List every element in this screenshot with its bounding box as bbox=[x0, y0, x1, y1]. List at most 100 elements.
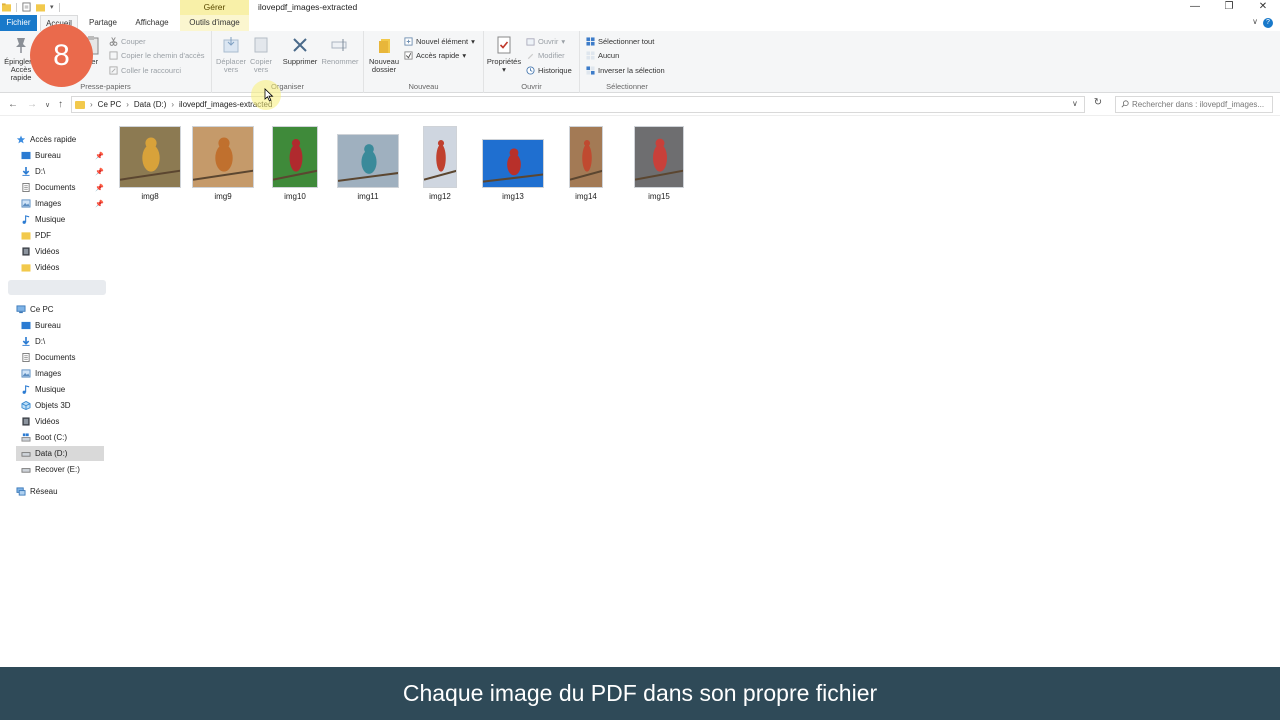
window-title: ilovepdf_images-extracted bbox=[258, 2, 358, 12]
properties-button[interactable]: Propriétés ▾ bbox=[485, 35, 523, 74]
move-to-button[interactable]: Déplacer vers bbox=[214, 35, 248, 74]
breadcrumb-ce-pc[interactable]: Ce PC bbox=[98, 100, 122, 109]
copy-to-button[interactable]: Copier vers bbox=[246, 35, 276, 74]
invert-selection-label: Inverser la sélection bbox=[598, 66, 665, 75]
search-input[interactable]: Rechercher dans : ilovepdf_images... bbox=[1115, 96, 1273, 113]
file-item[interactable]: img12 bbox=[419, 118, 461, 201]
move-to-icon bbox=[223, 37, 239, 53]
cut-button[interactable]: Couper bbox=[109, 37, 146, 46]
nav-label: Vidéos bbox=[35, 263, 60, 272]
file-item[interactable]: img14 bbox=[565, 118, 607, 201]
easy-access-button[interactable]: Accès rapide ▾ bbox=[404, 51, 466, 60]
address-input[interactable]: › Ce PC › Data (D:) › ilovepdf_images-ex… bbox=[71, 96, 1085, 113]
select-none-label: Aucun bbox=[598, 51, 620, 60]
title-bar: ▾ Gérer ilovepdf_images-extracted — ❐ ✕ bbox=[0, 0, 1280, 15]
move-to-label-2: vers bbox=[223, 65, 239, 74]
pin-icon[interactable]: 📌 bbox=[95, 168, 104, 176]
open-label: Ouvrir bbox=[538, 37, 559, 46]
rename-button[interactable]: Renommer bbox=[320, 35, 360, 66]
back-arrow-icon[interactable]: ← bbox=[8, 99, 18, 110]
select-none-button[interactable]: Aucun bbox=[586, 51, 619, 60]
minimize-button[interactable]: — bbox=[1178, 0, 1212, 15]
bird-body-shape bbox=[289, 144, 303, 172]
close-button[interactable]: ✕ bbox=[1246, 0, 1280, 15]
paste-shortcut-button[interactable]: Coller le raccourci bbox=[109, 66, 181, 75]
image-thumbnail[interactable] bbox=[569, 126, 603, 188]
image-thumbnail[interactable] bbox=[337, 134, 399, 188]
blurred-item bbox=[8, 280, 106, 295]
group-organiser: Déplacer vers Copier vers Supprimer Reno… bbox=[212, 31, 364, 93]
tab-affichage[interactable]: Affichage bbox=[128, 15, 176, 31]
properties-icon[interactable] bbox=[22, 2, 31, 12]
tab-fichier[interactable]: Fichier bbox=[0, 15, 37, 31]
drive-windows-icon bbox=[21, 433, 31, 442]
image-thumbnail[interactable] bbox=[423, 126, 457, 188]
group-label-ouvrir: Ouvrir bbox=[521, 82, 542, 91]
step-number-badge: 8 bbox=[30, 24, 93, 87]
file-item[interactable]: img13 bbox=[478, 118, 548, 201]
new-item-button[interactable]: Nouvel élément ▾ bbox=[404, 37, 475, 46]
copy-path-icon bbox=[109, 51, 118, 60]
nav-label: Vidéos bbox=[35, 247, 60, 256]
bird-body-shape bbox=[582, 144, 592, 172]
edit-label: Modifier bbox=[538, 51, 565, 60]
breadcrumb-separator[interactable]: › bbox=[171, 100, 174, 109]
bird-head-shape bbox=[655, 138, 665, 148]
new-folder-icon[interactable] bbox=[36, 2, 45, 12]
tab-partage[interactable]: Partage bbox=[84, 15, 122, 31]
navigation-pane: Accès rapide Bureau 📌 D:\ 📌 Documents 📌 … bbox=[0, 116, 108, 666]
image-thumbnail[interactable] bbox=[119, 126, 181, 188]
new-folder-icon bbox=[379, 39, 390, 53]
image-thumbnail[interactable] bbox=[482, 139, 544, 188]
ribbon-tabs: Fichier Accueil Partage Affichage Outils… bbox=[0, 15, 1280, 31]
nav-reseau[interactable]: Réseau bbox=[16, 484, 120, 499]
pin-icon[interactable]: 📌 bbox=[95, 184, 104, 192]
file-item[interactable]: img10 bbox=[268, 118, 322, 201]
breadcrumb-separator[interactable]: › bbox=[126, 100, 129, 109]
image-thumbnail[interactable] bbox=[634, 126, 684, 188]
nav-acces-rapide[interactable]: Accès rapide bbox=[16, 132, 120, 147]
nav-ce-pc[interactable]: Ce PC bbox=[16, 302, 120, 317]
maximize-button[interactable]: ❐ bbox=[1212, 0, 1246, 15]
image-thumbnail[interactable] bbox=[272, 126, 318, 188]
recent-locations-chevron-icon[interactable]: ∨ bbox=[45, 101, 50, 109]
nav-label: Documents bbox=[35, 183, 76, 192]
breadcrumb-data-d[interactable]: Data (D:) bbox=[134, 100, 166, 109]
file-item[interactable]: img11 bbox=[333, 118, 403, 201]
open-button[interactable]: Ouvrir ▾ bbox=[526, 37, 565, 46]
separator bbox=[58, 2, 60, 12]
up-arrow-icon[interactable]: ↑ bbox=[58, 99, 63, 110]
delete-button[interactable]: Supprimer bbox=[280, 35, 320, 66]
tab-outils-image[interactable]: Outils d'image bbox=[180, 15, 249, 31]
file-name: img14 bbox=[575, 192, 597, 201]
chevron-down-icon[interactable]: ▾ bbox=[50, 3, 54, 11]
address-history-chevron-icon[interactable]: ∨ bbox=[1072, 99, 1078, 108]
pin-icon[interactable]: 📌 bbox=[95, 200, 104, 208]
refresh-icon[interactable]: ↻ bbox=[1091, 97, 1105, 112]
documents-icon bbox=[22, 353, 30, 362]
select-all-button[interactable]: Sélectionner tout bbox=[586, 37, 654, 46]
caption-bar: Chaque image du PDF dans son propre fich… bbox=[0, 667, 1280, 720]
history-button[interactable]: Historique bbox=[526, 66, 572, 75]
file-item[interactable]: img9 bbox=[188, 118, 258, 201]
breadcrumb-separator[interactable]: › bbox=[90, 100, 93, 109]
nav-pc-data-d[interactable]: Data (D:) bbox=[16, 446, 104, 461]
caption-text: Chaque image du PDF dans son propre fich… bbox=[402, 680, 878, 706]
group-label-selectionner: Sélectionner bbox=[606, 82, 648, 91]
forward-arrow-icon[interactable]: → bbox=[27, 99, 37, 110]
copy-path-button[interactable]: Copier le chemin d'accès bbox=[109, 51, 205, 60]
download-arrow-icon bbox=[22, 167, 30, 176]
chevron-down-icon[interactable]: ∨ bbox=[1252, 17, 1258, 26]
pin-icon[interactable]: 📌 bbox=[95, 152, 104, 160]
pictures-icon bbox=[21, 369, 31, 378]
image-thumbnail[interactable] bbox=[192, 126, 254, 188]
new-folder-button[interactable]: Nouveau dossier bbox=[366, 35, 402, 74]
chevron-down-icon: ▾ bbox=[471, 37, 475, 46]
file-item[interactable]: img15 bbox=[630, 118, 688, 201]
file-item[interactable]: img8 bbox=[115, 118, 185, 201]
history-label: Historique bbox=[538, 66, 572, 75]
invert-selection-button[interactable]: Inverser la sélection bbox=[586, 66, 665, 75]
edit-button[interactable]: Modifier bbox=[526, 51, 565, 60]
ribbon: Épingler à Accès rapide oller Couper Cop… bbox=[0, 31, 1280, 93]
help-icon[interactable]: ? bbox=[1263, 18, 1273, 28]
